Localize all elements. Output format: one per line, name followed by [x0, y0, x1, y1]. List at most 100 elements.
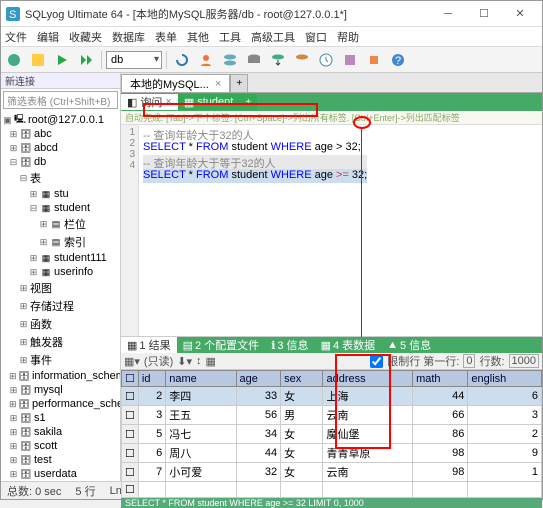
col-address[interactable]: address [323, 371, 413, 387]
menu-db[interactable]: 数据库 [112, 29, 145, 45]
tree-db[interactable]: s1 [34, 412, 46, 424]
window-title: SQLyog Ultimate 64 - [本地的MySQL服务器/db - r… [25, 6, 430, 22]
table-icon: ▦ [40, 252, 52, 264]
tree-indexes[interactable]: 索引 [64, 234, 86, 250]
close-icon[interactable]: × [165, 96, 171, 108]
menu-window[interactable]: 窗口 [305, 29, 327, 45]
maximize-button[interactable]: ☐ [466, 2, 502, 26]
results-tab-5[interactable]: ▲5 信息 [381, 337, 437, 353]
filter-icon[interactable]: ▦ [206, 355, 216, 368]
db-icon: 🗄 [20, 412, 32, 424]
svg-text:?: ? [395, 55, 401, 67]
separator [101, 51, 102, 69]
results-panel: ▦1 结果 ▤2 个配置文件 ℹ3 信息 ▦4 表数据 ▲5 信息 ▦▾ (只读… [121, 337, 542, 481]
schedule-icon[interactable] [315, 49, 337, 71]
new-query-icon[interactable] [27, 49, 49, 71]
results-tab-1[interactable]: ▦1 结果 [121, 337, 177, 353]
object-tree[interactable]: ▣🖳root@127.0.0.1 ⊞🗄abc ⊞🗄abcd ⊟🗄db ⊟表 ⊞▦… [1, 111, 120, 481]
new-tab-button[interactable]: + [239, 94, 257, 110]
menu-edit[interactable]: 编辑 [37, 29, 59, 45]
tree-table[interactable]: student [54, 202, 90, 214]
results-tab-3[interactable]: ℹ3 信息 [265, 337, 314, 353]
refresh-icon[interactable] [171, 49, 193, 71]
close-icon[interactable]: × [215, 78, 221, 90]
export-icon[interactable]: ⬇▾ [177, 355, 192, 368]
menu-table[interactable]: 表单 [155, 29, 177, 45]
database-selector[interactable]: db [106, 51, 162, 69]
col-name[interactable]: name [166, 371, 236, 387]
col-english[interactable]: english [468, 371, 542, 387]
sync-icon[interactable] [219, 49, 241, 71]
import-icon[interactable] [267, 49, 289, 71]
table-tab[interactable]: ▦student [178, 94, 240, 110]
limit-checkbox[interactable] [370, 355, 383, 368]
connection-tab[interactable]: 本地的MySQL...× [121, 74, 230, 92]
results-grid[interactable]: ☐ id name age sex address math english ☐… [121, 370, 542, 498]
table-row[interactable]: ☐6周八44女青青草原989 [122, 444, 542, 463]
backup-icon[interactable] [243, 49, 265, 71]
new-conn-icon[interactable] [3, 49, 25, 71]
separator [166, 51, 167, 69]
first-row-input[interactable]: 0 [463, 354, 475, 368]
tree-db[interactable]: information_schema [32, 370, 120, 382]
sort-icon[interactable]: ↕ [196, 355, 202, 367]
query-tab[interactable]: ◧询问× [121, 94, 178, 110]
tree-events[interactable]: 事件 [30, 352, 52, 368]
tree-views[interactable]: 视图 [30, 280, 52, 296]
schema-icon[interactable] [339, 49, 361, 71]
tree-db[interactable]: userdata [34, 468, 77, 480]
tree-procs[interactable]: 存储过程 [30, 298, 74, 314]
menu-fav[interactable]: 收藏夹 [69, 29, 102, 45]
run-icon[interactable] [51, 49, 73, 71]
limit-label: 限制行 第一行: [387, 353, 459, 369]
menu-help[interactable]: 帮助 [337, 29, 359, 45]
minimize-button[interactable]: ─ [430, 2, 466, 26]
view-icon[interactable]: ▦▾ [124, 355, 140, 368]
tree-db[interactable]: test [34, 454, 52, 466]
tree-db[interactable]: abcd [34, 142, 58, 154]
tree-db[interactable]: performance_schema [32, 398, 120, 410]
tree-db[interactable]: scott [34, 440, 57, 452]
tree-db[interactable]: db [34, 156, 46, 168]
users-icon[interactable] [195, 49, 217, 71]
tree-table[interactable]: stu [54, 188, 69, 200]
tree-trig[interactable]: 触发器 [30, 334, 63, 350]
tree-db[interactable]: mysql [34, 384, 63, 396]
menu-file[interactable]: 文件 [5, 29, 27, 45]
new-connection-tab[interactable]: + [230, 74, 248, 92]
tree-db[interactable]: abc [34, 128, 52, 140]
table-row[interactable]: ☐2李四33女上海446 [122, 387, 542, 406]
run-all-icon[interactable] [75, 49, 97, 71]
export-icon[interactable] [291, 49, 313, 71]
results-tab-4[interactable]: ▦4 表数据 [315, 337, 382, 353]
results-tab-2[interactable]: ▤2 个配置文件 [177, 337, 266, 353]
tree-root[interactable]: root@127.0.0.1 [28, 114, 104, 126]
rows-input[interactable]: 1000 [509, 354, 539, 368]
status-rows: 5 行 [75, 483, 95, 499]
close-button[interactable]: ✕ [502, 2, 538, 26]
sql-editor[interactable]: 1234 -- 查询年龄大于32的人 SELECT * FROM student… [121, 125, 542, 337]
menu-adv[interactable]: 高级工具 [251, 29, 295, 45]
db-icon: 🗄 [20, 426, 32, 438]
table-row[interactable]: ☐3王五56男云南663 [122, 406, 542, 425]
menu-other[interactable]: 其他 [187, 29, 209, 45]
tree-tables[interactable]: 表 [30, 170, 41, 186]
tree-db[interactable]: sakila [34, 426, 62, 438]
help-icon[interactable]: ? [387, 49, 409, 71]
tree-funcs[interactable]: 函数 [30, 316, 52, 332]
col-age[interactable]: age [236, 371, 281, 387]
tree-table[interactable]: student111 [54, 252, 107, 264]
col-math[interactable]: math [413, 371, 468, 387]
col-sex[interactable]: sex [281, 371, 323, 387]
table-row[interactable]: ☐5冯七34女魔仙堡862 [122, 425, 542, 444]
col-id[interactable]: id [138, 371, 165, 387]
checkbox-header[interactable]: ☐ [122, 371, 139, 387]
menu-tools[interactable]: 工具 [219, 29, 241, 45]
table-row[interactable]: ☐7小可爱32女云南981 [122, 463, 542, 482]
tree-table[interactable]: userinfo [54, 266, 93, 278]
tree-columns[interactable]: 栏位 [64, 216, 86, 232]
table-tab-label: student [197, 96, 233, 108]
tool-icon[interactable] [363, 49, 385, 71]
table-row-empty[interactable]: ☐ [122, 482, 542, 498]
filter-input[interactable]: 筛选表格 (Ctrl+Shift+B) [3, 91, 118, 109]
